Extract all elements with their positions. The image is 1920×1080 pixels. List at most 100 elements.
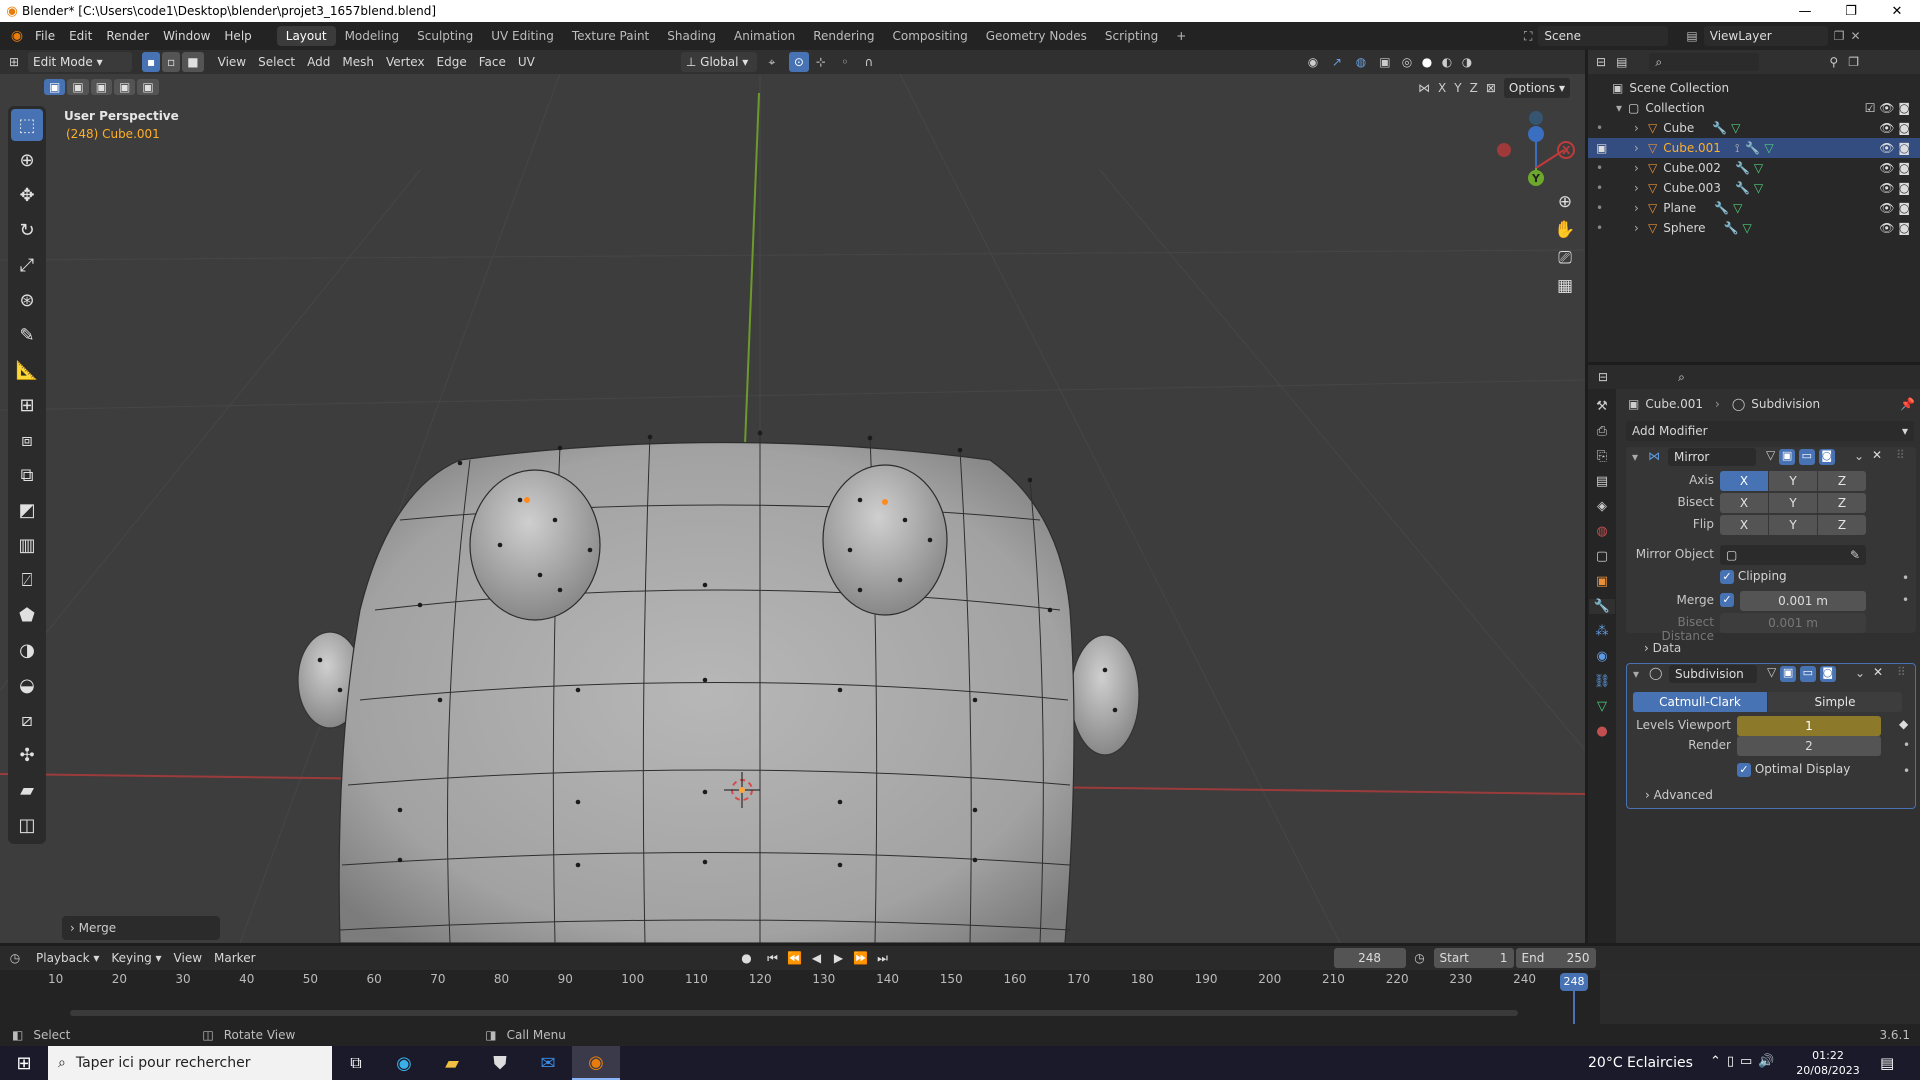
display-mode-icon[interactable]: ▤ — [1616, 55, 1627, 69]
end-frame-field[interactable]: End 250 — [1515, 948, 1596, 968]
smooth-tool-icon[interactable]: ◒ — [11, 669, 43, 701]
new-view-layer-icon[interactable]: ❐ — [1834, 29, 1845, 43]
notifications-icon[interactable]: ▤ — [1880, 1054, 1894, 1072]
subdivision-editmode-toggle-icons[interactable]: ▽ ▣ ▭ ◙ — [1767, 665, 1836, 682]
levels-keyframe-icon[interactable]: ◆ — [1899, 717, 1908, 731]
outliner-item-sphere[interactable]: • › ▽ Sphere 🔧 ▽ 👁 ◙ — [1588, 218, 1920, 238]
menu-uv[interactable]: UV — [512, 55, 541, 69]
collapse-subdivision-icon[interactable]: ▾ — [1633, 667, 1639, 681]
scale-tool-icon[interactable]: ⤢ — [11, 249, 43, 281]
mirror-z-toggle[interactable]: Z — [1470, 81, 1478, 95]
visibility-icons[interactable]: 👁 ◙ — [1879, 221, 1910, 235]
scene-collection-row[interactable]: ▣ Scene Collection — [1588, 78, 1920, 98]
play-reverse-icon[interactable]: ◀ — [806, 951, 828, 965]
minimize-button[interactable]: — — [1782, 0, 1828, 22]
bisect-x-toggle[interactable]: X — [1720, 493, 1768, 513]
mirror-name-field[interactable]: Mirror — [1668, 448, 1756, 466]
simple-button[interactable]: Simple — [1768, 692, 1902, 712]
edge-browser-icon[interactable]: ◉ — [380, 1053, 428, 1074]
subdivision-menu-icon[interactable]: ⌄ — [1855, 666, 1865, 680]
collection-visibility-icons[interactable]: ☑ 👁 ◙ — [1865, 101, 1910, 115]
render-keyframe-icon[interactable]: • — [1903, 738, 1910, 752]
axis-x-toggle[interactable]: X — [1720, 471, 1768, 491]
flip-z-toggle[interactable]: Z — [1818, 515, 1866, 535]
tab-scripting[interactable]: Scripting — [1096, 26, 1167, 46]
last-operator-panel[interactable]: › Merge — [62, 916, 220, 940]
filter-icon[interactable]: ⚲ — [1829, 55, 1838, 69]
mesh-object[interactable] — [297, 429, 1140, 943]
taskbar-search-box[interactable]: ⌕ Taper ici pour rechercher — [48, 1046, 332, 1080]
mirror-editmode-toggle-icons[interactable]: ▽ ▣ ▭ ◙ — [1766, 448, 1835, 465]
collapse-mirror-icon[interactable]: ▾ — [1632, 450, 1638, 464]
merge-distance-field[interactable]: 0.001 m — [1740, 591, 1866, 611]
data-subpanel[interactable]: › Data — [1644, 641, 1681, 655]
flip-x-toggle[interactable]: X — [1720, 515, 1768, 535]
measure-tool-icon[interactable]: 📐 — [11, 354, 43, 386]
cursor-tool-icon[interactable]: ⊕ — [11, 144, 43, 176]
blender-menu-icon[interactable]: ◉ — [6, 28, 28, 44]
add-workspace-button[interactable]: + — [1167, 26, 1195, 46]
annotate-tool-icon[interactable]: ✎ — [11, 319, 43, 351]
system-tray-icons[interactable]: ⌃▯▭🔊 — [1710, 1054, 1781, 1069]
constraints-tab-icon[interactable]: ⛓ — [1594, 674, 1611, 689]
edge-slide-tool-icon[interactable]: ⧄ — [11, 704, 43, 736]
menu-add[interactable]: Add — [301, 55, 336, 69]
menu-edit[interactable]: Edit — [62, 29, 99, 43]
proportional-edit-icon[interactable]: ◦ — [833, 55, 857, 69]
add-modifier-button[interactable]: Add Modifier ▾ — [1626, 421, 1914, 441]
right-ear-mesh[interactable] — [1070, 634, 1140, 756]
rotate-tool-icon[interactable]: ↻ — [11, 214, 43, 246]
extrude-tool-icon[interactable]: ⧈ — [11, 424, 43, 456]
tab-modeling[interactable]: Modeling — [336, 26, 409, 46]
shear-tool-icon[interactable]: ▰ — [11, 774, 43, 806]
properties-editor-type-icon[interactable]: ⊟ — [1598, 370, 1608, 384]
tab-rendering[interactable]: Rendering — [804, 26, 883, 46]
outliner-item-cube-002[interactable]: • › ▽ Cube.002 🔧 ▽ 👁 ◙ — [1588, 158, 1920, 178]
ortho-grid-icon[interactable]: ▦ — [1557, 276, 1573, 296]
navigation-gizmo[interactable]: X Y — [1497, 111, 1575, 186]
collection-row[interactable]: ▾ ▢ Collection ☑ 👁 ◙ — [1588, 98, 1920, 118]
world-tab-icon[interactable]: ◍ — [1596, 524, 1607, 539]
transform-tool-icon[interactable]: ⊛ — [11, 284, 43, 316]
physics-tab-icon[interactable]: ◉ — [1596, 649, 1607, 664]
subdivision-name-field[interactable]: Subdivision — [1669, 665, 1757, 683]
outliner-item-cube[interactable]: • › ▽ Cube 🔧 ▽ 👁 ◙ — [1588, 118, 1920, 138]
face-select-button[interactable]: ■ — [182, 52, 204, 72]
select-extend-icon[interactable]: ▣ — [67, 79, 89, 95]
store-icon[interactable]: ⛊ — [476, 1053, 524, 1074]
start-frame-field[interactable]: Start 1 — [1433, 948, 1514, 968]
eyedropper-icon[interactable]: ✎ — [1850, 545, 1860, 565]
material-shading-icon[interactable]: ◐ — [1437, 55, 1457, 69]
merge-checkbox[interactable]: ✓ — [1720, 592, 1734, 607]
transform-orientation-select[interactable]: ⊥ Global ▾ — [680, 52, 757, 72]
advanced-subpanel[interactable]: › Advanced — [1645, 788, 1713, 802]
mail-icon[interactable]: ✉ — [524, 1053, 572, 1074]
select-new-icon[interactable]: ▣ — [44, 79, 66, 95]
levels-viewport-field[interactable]: 1 — [1737, 716, 1881, 736]
view-layer-field[interactable]: ViewLayer — [1703, 26, 1828, 46]
bisect-z-toggle[interactable]: Z — [1818, 493, 1866, 513]
mirror-menu-icon[interactable]: ⌄ — [1854, 449, 1864, 463]
jump-end-icon[interactable]: ⏭ — [872, 951, 894, 966]
mirror-y-toggle[interactable]: Y — [1454, 81, 1461, 95]
menu-render[interactable]: Render — [99, 29, 156, 43]
poly-build-tool-icon[interactable]: ⬟ — [11, 599, 43, 631]
edge-select-button[interactable]: ▫ — [162, 52, 181, 72]
overlay-toggle-icon[interactable]: ◍ — [1349, 55, 1373, 69]
menu-view[interactable]: View — [212, 55, 252, 69]
falloff-icon[interactable]: ∩ — [857, 55, 881, 69]
frame-ruler[interactable]: 10 20 30 40 50 60 70 80 90 100 110 120 130 140 150 160 1… — [0, 972, 1600, 992]
outliner-editor-type-icon[interactable]: ⊟ — [1596, 55, 1606, 69]
drag-handle-icon[interactable]: ⠿ — [1896, 448, 1905, 462]
camera-view-icon[interactable]: ⎚ — [1558, 248, 1572, 268]
bevel-tool-icon[interactable]: ◩ — [11, 494, 43, 526]
outliner-item-cube-001[interactable]: ▣ › ▽ Cube.001 ⟟ 🔧 ▽ 👁 ◙ — [1588, 138, 1920, 158]
render-tab-icon[interactable]: ⎙ — [1597, 424, 1607, 439]
move-tool-icon[interactable]: ✥ — [11, 179, 43, 211]
scene-icon[interactable]: ⛶ — [1524, 29, 1532, 44]
maximize-button[interactable]: ❐ — [1828, 0, 1874, 22]
remove-subdivision-icon[interactable]: ✕ — [1873, 665, 1883, 679]
tab-uv-editing[interactable]: UV Editing — [482, 26, 563, 46]
new-collection-icon[interactable]: ❐ — [1848, 55, 1859, 69]
menu-vertex[interactable]: Vertex — [380, 55, 431, 69]
